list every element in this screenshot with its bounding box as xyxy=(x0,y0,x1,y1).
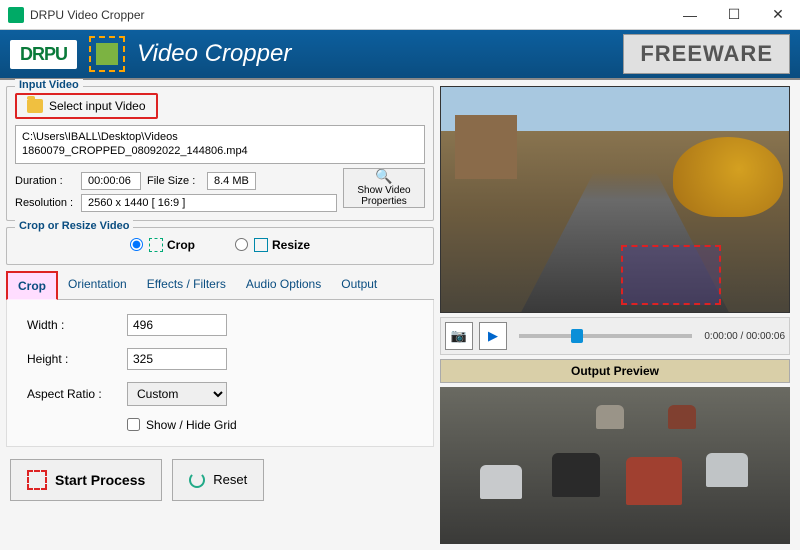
tab-bar: Crop Orientation Effects / Filters Audio… xyxy=(6,271,434,300)
tab-audio[interactable]: Audio Options xyxy=(236,271,331,299)
play-button[interactable]: ▶ xyxy=(479,322,507,350)
duration-label: Duration : xyxy=(15,175,75,187)
start-icon xyxy=(27,470,47,490)
freeware-badge: FREEWARE xyxy=(623,34,790,74)
crop-radio[interactable]: Crop xyxy=(130,238,195,252)
crop-radio-input[interactable] xyxy=(130,238,143,251)
resolution-label: Resolution : xyxy=(15,197,75,209)
width-label: Width : xyxy=(27,318,117,332)
tab-crop[interactable]: Crop xyxy=(6,271,58,300)
reset-icon xyxy=(189,472,205,488)
show-video-properties-button[interactable]: 🔍 Show Video Properties xyxy=(343,168,425,208)
time-display: 0:00:00 / 00:00:06 xyxy=(704,331,785,342)
banner-title: Video Cropper xyxy=(137,40,611,68)
show-props-label: Show Video Properties xyxy=(350,185,418,207)
reset-label: Reset xyxy=(213,472,247,487)
aspect-label: Aspect Ratio : xyxy=(27,387,117,401)
select-input-label: Select input Video xyxy=(49,99,146,113)
video-preview[interactable] xyxy=(440,86,790,313)
crop-radio-label: Crop xyxy=(167,238,195,252)
maximize-button[interactable]: ☐ xyxy=(712,0,756,30)
filesize-value: 8.4 MB xyxy=(207,172,256,190)
seek-bar[interactable] xyxy=(519,334,692,338)
brand-logo: DRPU xyxy=(10,40,77,69)
video-path-display: C:\Users\IBALL\Desktop\Videos 1860079_CR… xyxy=(15,125,425,164)
snapshot-button[interactable]: 📷 xyxy=(445,322,473,350)
filesize-label: File Size : xyxy=(147,175,201,187)
resize-icon xyxy=(254,238,268,252)
resize-radio-input[interactable] xyxy=(235,238,248,251)
crop-tab-body: Width : Height : Aspect Ratio : Custom S… xyxy=(6,300,434,447)
crop-selection-box[interactable] xyxy=(621,245,721,305)
close-button[interactable]: ✕ xyxy=(756,0,800,30)
window-titlebar: DRPU Video Cropper — ☐ ✕ xyxy=(0,0,800,30)
output-preview xyxy=(440,387,790,544)
output-preview-header: Output Preview xyxy=(440,359,790,383)
player-controls: 📷 ▶ 0:00:00 / 00:00:06 xyxy=(440,317,790,355)
tab-orientation[interactable]: Orientation xyxy=(58,271,137,299)
select-input-video-button[interactable]: Select input Video xyxy=(15,93,158,119)
input-video-group: Input Video Select input Video C:\Users\… xyxy=(6,86,434,221)
aspect-ratio-select[interactable]: Custom xyxy=(127,382,227,406)
window-title: DRPU Video Cropper xyxy=(30,8,668,22)
start-process-button[interactable]: Start Process xyxy=(10,459,162,501)
input-video-label: Input Video xyxy=(15,79,83,91)
folder-icon xyxy=(27,99,43,113)
resize-radio[interactable]: Resize xyxy=(235,238,310,252)
tab-effects[interactable]: Effects / Filters xyxy=(137,271,236,299)
seek-thumb[interactable] xyxy=(571,329,583,343)
magnifier-icon: 🔍 xyxy=(375,168,392,185)
show-grid-checkbox[interactable] xyxy=(127,418,140,431)
app-icon xyxy=(8,7,24,23)
tab-output[interactable]: Output xyxy=(331,271,387,299)
show-grid-label: Show / Hide Grid xyxy=(146,418,237,432)
resize-radio-label: Resize xyxy=(272,238,310,252)
resolution-value: 2560 x 1440 [ 16:9 ] xyxy=(81,194,337,212)
crop-logo-icon xyxy=(89,36,125,72)
height-input[interactable] xyxy=(127,348,227,370)
start-label: Start Process xyxy=(55,472,145,488)
crop-icon xyxy=(149,238,163,252)
height-label: Height : xyxy=(27,352,117,366)
minimize-button[interactable]: — xyxy=(668,0,712,30)
reset-button[interactable]: Reset xyxy=(172,459,264,501)
duration-value: 00:00:06 xyxy=(81,172,141,190)
crop-resize-label: Crop or Resize Video xyxy=(15,220,133,232)
width-input[interactable] xyxy=(127,314,227,336)
header-banner: DRPU Video Cropper FREEWARE xyxy=(0,30,800,80)
crop-resize-group: Crop or Resize Video Crop Resize xyxy=(6,227,434,265)
